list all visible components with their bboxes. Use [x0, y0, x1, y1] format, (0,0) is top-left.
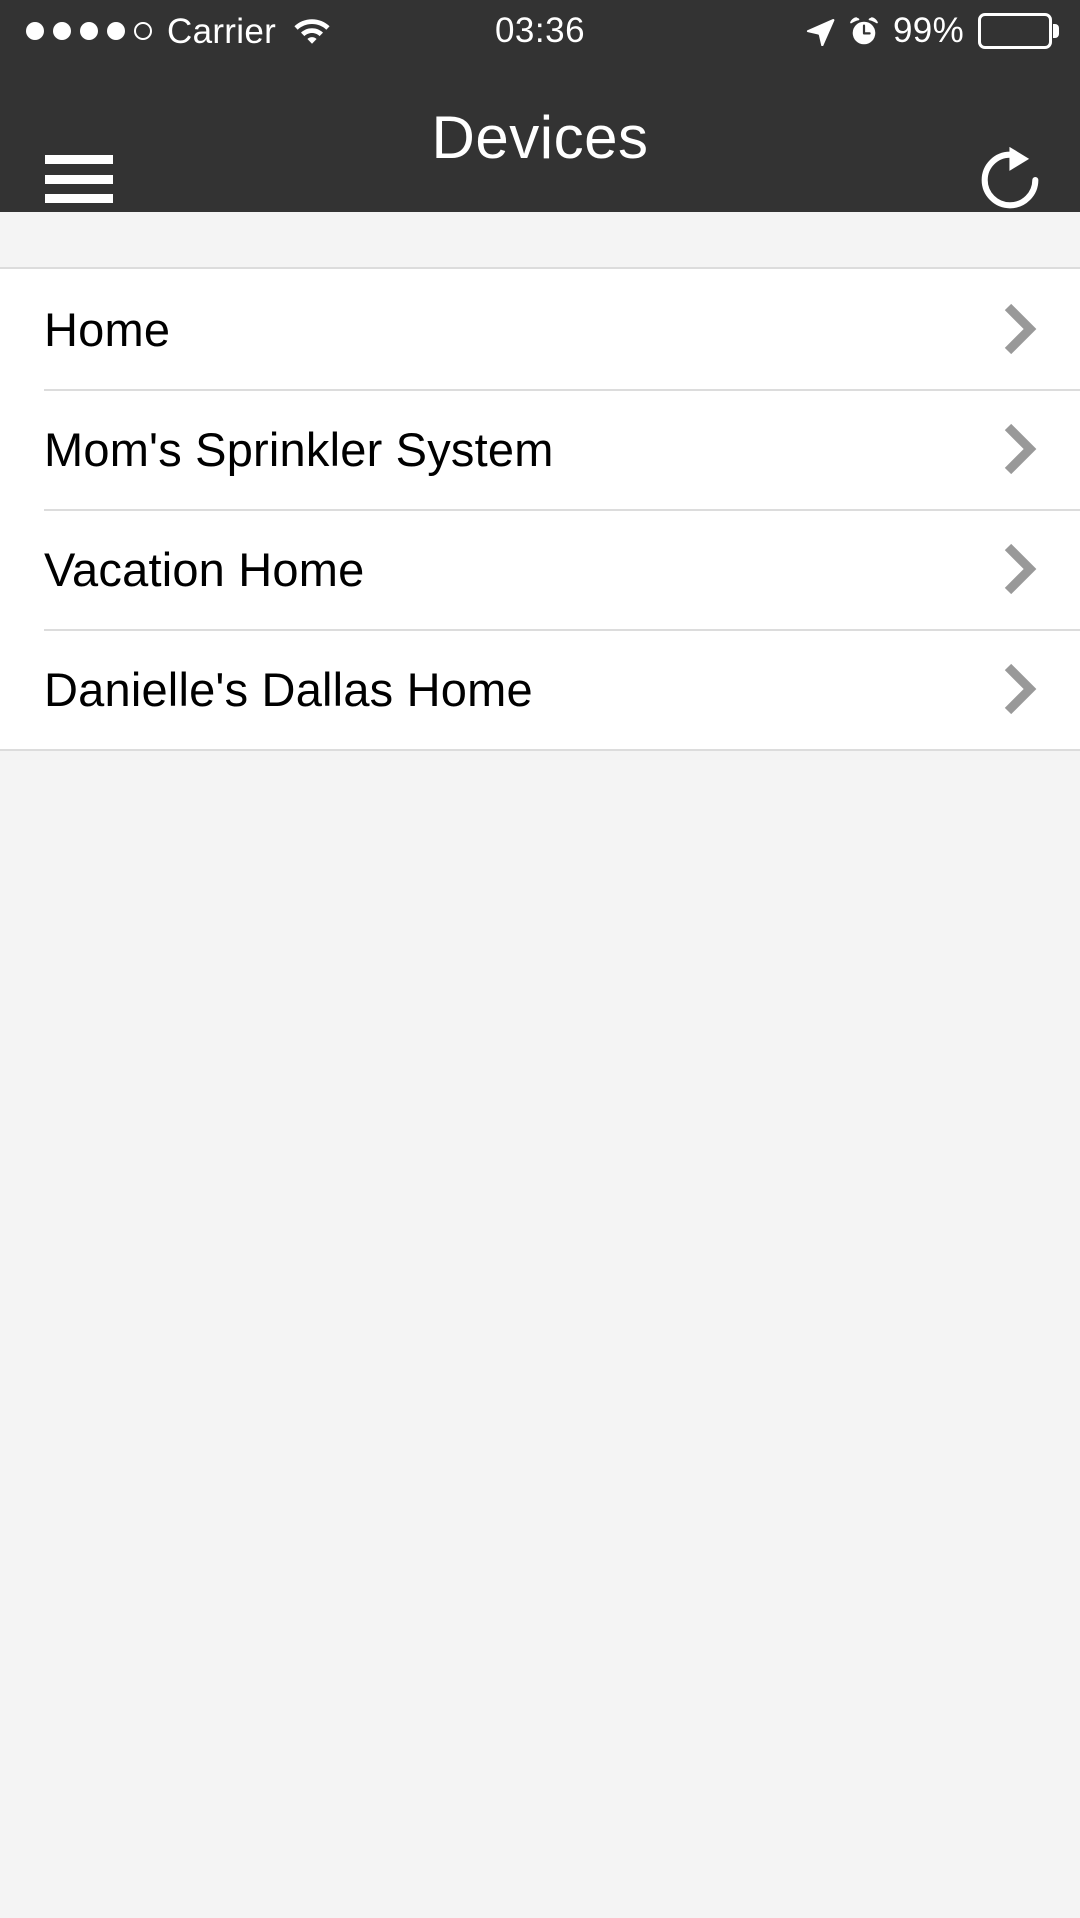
battery-body	[978, 13, 1052, 49]
devices-list: Home Mom's Sprinkler System Vacation Hom…	[0, 267, 1080, 751]
page-title: Devices	[431, 103, 649, 171]
list-item-label: Home	[44, 302, 171, 356]
list-item[interactable]: Mom's Sprinkler System	[0, 389, 1080, 509]
battery-icon	[978, 13, 1059, 49]
status-bar-right: 99%	[805, 0, 1059, 62]
chevron-right-icon	[1003, 423, 1037, 475]
battery-percent-label: 99%	[893, 11, 964, 50]
battery-nub	[1053, 24, 1059, 38]
chevron-right-icon	[1003, 303, 1037, 355]
list-item[interactable]: Danielle's Dallas Home	[0, 629, 1080, 749]
navigation-bar: Devices	[0, 62, 1080, 212]
refresh-icon[interactable]	[970, 140, 1050, 220]
chevron-right-icon	[1003, 663, 1037, 715]
list-item-label: Danielle's Dallas Home	[44, 662, 533, 716]
chevron-right-icon	[1003, 543, 1037, 595]
status-bar: Carrier 03:36 99%	[0, 0, 1080, 62]
content-top-gap	[0, 212, 1080, 267]
alarm-clock-icon	[849, 16, 879, 46]
list-item-label: Mom's Sprinkler System	[44, 422, 554, 476]
clock-time: 03:36	[494, 11, 586, 50]
app-screen: Carrier 03:36 99% Devices Home Mom's Spr…	[0, 0, 1080, 1918]
empty-content-area	[0, 757, 1080, 1918]
list-item-label: Vacation Home	[44, 542, 365, 596]
list-item[interactable]: Home	[0, 269, 1080, 389]
location-arrow-icon	[805, 16, 835, 47]
list-item[interactable]: Vacation Home	[0, 509, 1080, 629]
